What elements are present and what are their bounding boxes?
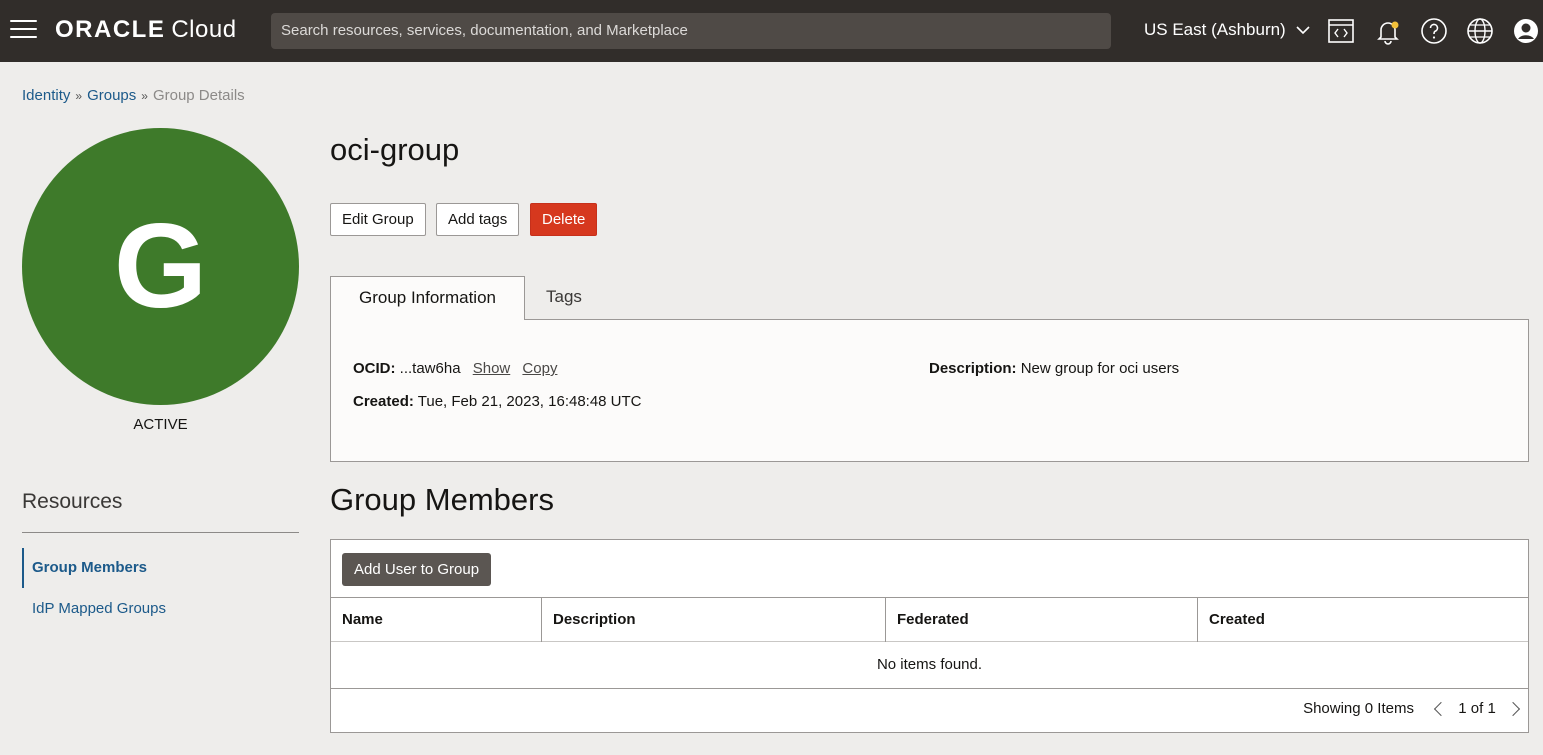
- pagination: 1 of 1: [1434, 700, 1521, 717]
- search-input[interactable]: Search resources, services, documentatio…: [271, 13, 1111, 49]
- oracle-cloud-logo[interactable]: ORACLE Cloud: [55, 16, 237, 44]
- breadcrumb-identity[interactable]: Identity: [22, 87, 70, 104]
- bell-icon[interactable]: [1374, 17, 1402, 45]
- user-profile-icon[interactable]: [1512, 17, 1540, 45]
- created-value: Tue, Feb 21, 2023, 16:48:48 UTC: [417, 393, 642, 410]
- column-header-description[interactable]: Description: [541, 598, 885, 642]
- empty-table-message: No items found.: [331, 642, 1528, 689]
- tab-tags[interactable]: Tags: [546, 276, 582, 320]
- breadcrumb-current: Group Details: [152, 87, 245, 104]
- copy-ocid-link[interactable]: Copy: [522, 360, 557, 377]
- items-count: Showing 0 Items: [1303, 700, 1414, 717]
- page-title: oci-group: [330, 132, 460, 167]
- top-navigation-bar: ORACLE Cloud Search resources, services, …: [0, 0, 1543, 62]
- product-name: Cloud: [171, 16, 237, 43]
- chevron-left-icon[interactable]: [1434, 701, 1449, 717]
- created-row: Created: Tue, Feb 21, 2023, 16:48:48 UTC: [353, 393, 642, 410]
- description-row: Description: New group for oci users: [929, 360, 1179, 377]
- column-header-created[interactable]: Created: [1197, 598, 1528, 642]
- chevron-right-icon[interactable]: [1505, 701, 1521, 717]
- breadcrumb-groups[interactable]: Groups: [87, 87, 136, 104]
- divider: [22, 532, 299, 533]
- ocid-row: OCID: ...taw6ha Show Copy: [353, 360, 557, 377]
- section-title-group-members: Group Members: [330, 482, 554, 517]
- column-header-federated[interactable]: Federated: [885, 598, 1197, 642]
- members-table-panel: Add User to Group Name Description Feder…: [330, 539, 1529, 733]
- region-label: US East (Ashburn): [1144, 20, 1286, 39]
- globe-icon[interactable]: [1466, 17, 1494, 45]
- group-information-panel: OCID: ...taw6ha Show Copy Created: Tue, …: [330, 319, 1529, 462]
- delete-button[interactable]: Delete: [530, 203, 598, 236]
- resources-heading: Resources: [22, 490, 123, 513]
- sidebar-item-group-members[interactable]: Group Members: [22, 548, 147, 588]
- add-user-to-group-button[interactable]: Add User to Group: [342, 553, 492, 586]
- page-indicator: 1 of 1: [1458, 700, 1496, 717]
- brand-name: ORACLE: [55, 16, 166, 43]
- breadcrumb-separator: »: [75, 89, 83, 103]
- ocid-label: OCID:: [353, 360, 396, 377]
- status-label: ACTIVE: [133, 416, 188, 433]
- description-label: Description:: [929, 360, 1017, 377]
- table-footer: Showing 0 Items 1 of 1: [1303, 700, 1521, 717]
- show-ocid-link[interactable]: Show: [473, 360, 511, 377]
- code-editor-icon[interactable]: [1327, 17, 1355, 45]
- chevron-down-icon: [1296, 26, 1311, 35]
- edit-group-button[interactable]: Edit Group: [330, 203, 426, 236]
- tab-group-information[interactable]: Group Information: [330, 276, 525, 320]
- breadcrumb-separator: »: [141, 89, 148, 103]
- add-tags-button[interactable]: Add tags: [436, 203, 520, 236]
- breadcrumb: Identity » Groups » Group Details: [22, 87, 245, 104]
- group-avatar: G: [22, 128, 299, 405]
- created-label: Created:: [353, 393, 414, 410]
- menu-icon[interactable]: [10, 20, 37, 40]
- table-header: Name Description Federated Created: [331, 597, 1528, 642]
- region-selector[interactable]: US East (Ashburn): [1144, 20, 1311, 40]
- ocid-value: ...taw6ha: [399, 360, 461, 377]
- sidebar-item-idp-mapped-groups[interactable]: IdP Mapped Groups: [22, 600, 166, 617]
- column-header-name[interactable]: Name: [331, 598, 541, 642]
- help-icon[interactable]: [1420, 17, 1448, 45]
- description-value: New group for oci users: [1020, 360, 1180, 377]
